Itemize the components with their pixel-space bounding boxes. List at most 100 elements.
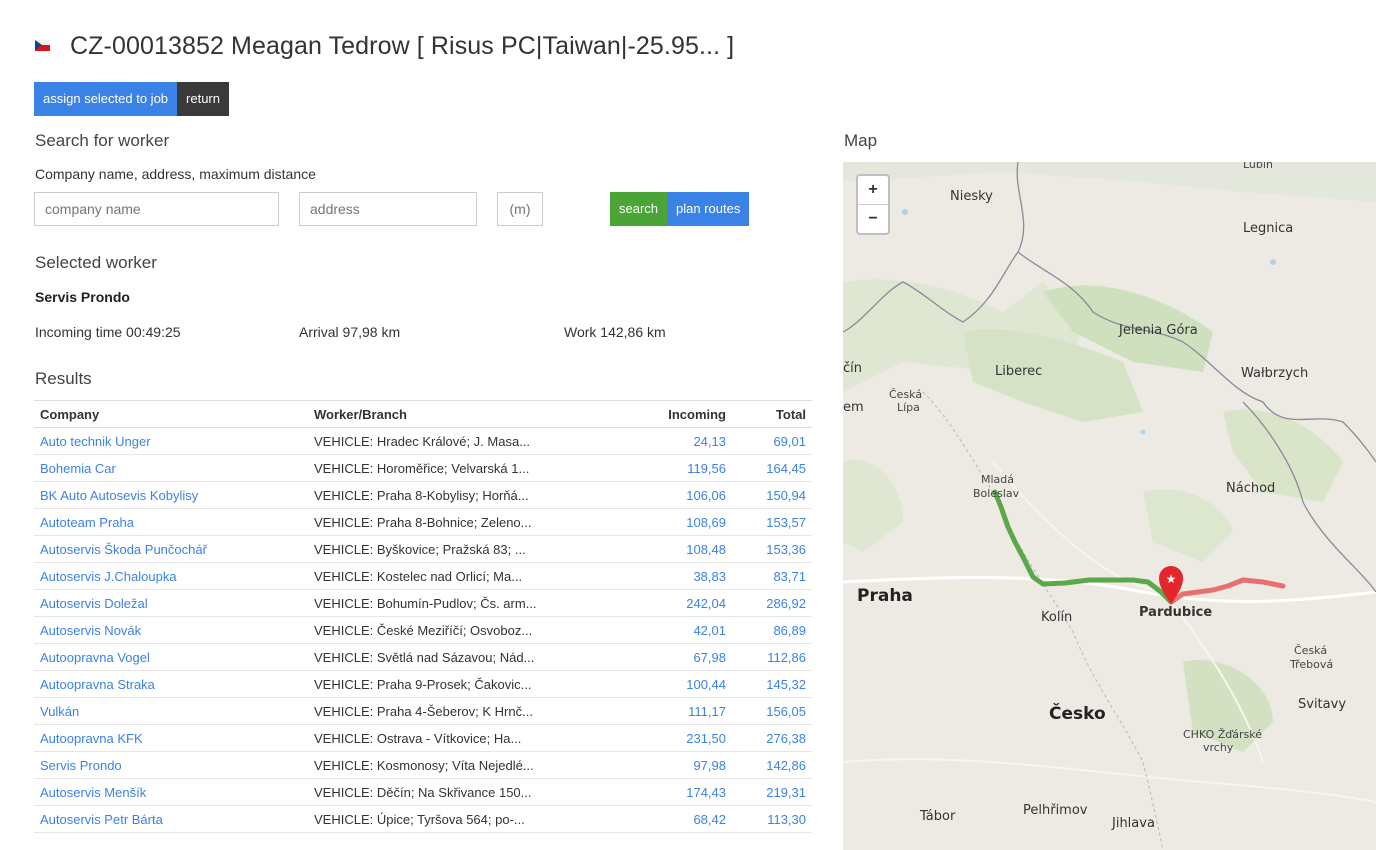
zoom-out-button[interactable]: − — [858, 205, 888, 233]
incoming-value: 108,48 — [620, 535, 732, 563]
table-row[interactable]: Autoopravna Straka VEHICLE: Praha 9-Prose… — [34, 670, 812, 698]
total-value: 83,71 — [732, 562, 812, 590]
place-liberec: Liberec — [995, 364, 1042, 379]
place-niesky: Niesky — [950, 189, 993, 204]
company-link[interactable]: Servis Prondo — [34, 751, 308, 779]
company-link[interactable]: Autoservis Doležal — [34, 589, 308, 617]
place-ceska-trebova: Česká — [1294, 644, 1327, 657]
column-incoming[interactable]: Incoming — [620, 400, 732, 428]
place-svitavy: Svitavy — [1298, 697, 1346, 712]
worker-branch-cell: VEHICLE: Hradec Králové; J. Masa... — [308, 427, 620, 455]
place-em: em — [843, 400, 864, 415]
selected-worker-heading: Selected worker — [35, 253, 157, 272]
zoom-in-button[interactable]: + — [858, 176, 888, 205]
total-value: 142,86 — [732, 751, 812, 779]
worker-branch-cell: VEHICLE: Praha 8-Bohnice; Zeleno... — [308, 508, 620, 536]
column-total[interactable]: Total — [732, 400, 812, 428]
worker-branch-cell: VEHICLE: Praha 8-Kobylisy; Horňá... — [308, 481, 620, 509]
zoom-control: + − — [856, 174, 890, 235]
place-pelhrimov: Pelhřimov — [1023, 803, 1088, 818]
max-distance-input[interactable] — [497, 192, 543, 226]
place-walbrzych: Wałbrzych — [1241, 366, 1308, 381]
table-row[interactable]: Autoopravna Vogel VEHICLE: Světlá nad Sáz… — [34, 643, 812, 671]
company-link[interactable]: Autoservis Petr Bárta — [34, 805, 308, 833]
place-lubin: Lubin — [1243, 162, 1273, 171]
total-value: 276,38 — [732, 724, 812, 752]
worker-branch-cell: VEHICLE: České Meziříčí; Osvoboz... — [308, 616, 620, 644]
search-hint: Company name, address, maximum distance — [35, 166, 316, 182]
table-header-row: Company Worker/Branch Incoming Total — [34, 400, 812, 428]
map-heading: Map — [844, 131, 878, 150]
table-row[interactable]: Autoservis J.Chaloupka VEHICLE: Kostelec … — [34, 562, 812, 590]
return-button[interactable]: return — [177, 82, 229, 116]
worker-branch-cell: VEHICLE: Praha 4-Šeberov; K Hrnč... — [308, 697, 620, 725]
incoming-value: 111,17 — [620, 697, 732, 725]
total-value: 145,32 — [732, 670, 812, 698]
route-map[interactable]: ★ Niesky Legnica Lubin Jelenia Góra Libe… — [843, 162, 1376, 850]
worker-branch-cell: VEHICLE: Byškovice; Pražská 83; ... — [308, 535, 620, 563]
incoming-value: 119,56 — [620, 454, 732, 482]
search-heading: Search for worker — [35, 131, 170, 150]
table-row[interactable]: Autoservis Škoda Punčochář VEHICLE: Byško… — [34, 535, 812, 563]
table-row[interactable]: Autoservis Menšík VEHICLE: Děčín; Na Skři… — [34, 778, 812, 806]
company-link[interactable]: Autoteam Praha — [34, 508, 308, 536]
table-row[interactable]: Autoopravna KFK VEHICLE: Ostrava - Vítkov… — [34, 724, 812, 752]
selected-worker-name: Servis Prondo — [35, 289, 130, 305]
column-company[interactable]: Company — [34, 400, 308, 428]
company-link[interactable]: Vulkán — [34, 697, 308, 725]
place-praha: Praha — [857, 586, 913, 606]
table-row[interactable]: Servis Prondo VEHICLE: Kosmonosy; Víta Ne… — [34, 751, 812, 779]
plan-routes-button[interactable]: plan routes — [667, 192, 750, 226]
address-input[interactable] — [299, 192, 477, 226]
company-link[interactable]: Autoopravna Vogel — [34, 643, 308, 671]
company-link[interactable]: Autoservis Škoda Punčochář — [34, 535, 308, 563]
place-pardubice: Pardubice — [1139, 605, 1212, 620]
company-name-input[interactable] — [34, 192, 279, 226]
place-cesko: Česko — [1049, 702, 1106, 724]
place-ceska-lipa: Česká — [889, 388, 922, 401]
search-actions: search plan routes — [610, 192, 750, 226]
table-row[interactable]: BK Auto Autosevis Kobylisy VEHICLE: Praha… — [34, 481, 812, 509]
company-link[interactable]: Autoopravna Straka — [34, 670, 308, 698]
total-value: 153,57 — [732, 508, 812, 536]
incoming-value: 100,44 — [620, 670, 732, 698]
table-row[interactable]: Autoservis Petr Bárta VEHICLE: Úpice; Tyr… — [34, 805, 812, 833]
table-row[interactable]: Autoteam Praha VEHICLE: Praha 8-Bohnice; … — [34, 508, 812, 536]
results-heading: Results — [35, 369, 92, 388]
company-link[interactable]: Auto technik Unger — [34, 427, 308, 455]
column-worker[interactable]: Worker/Branch — [308, 400, 620, 428]
place-jihlava: Jihlava — [1111, 816, 1155, 831]
job-toolbar: assign selected to job return — [34, 82, 229, 116]
incoming-value: 38,83 — [620, 562, 732, 590]
worker-branch-cell: VEHICLE: Praha 9-Prosek; Čakovic... — [308, 670, 620, 698]
table-row[interactable]: Autoservis Doležal VEHICLE: Bohumín-Pudlo… — [34, 589, 812, 617]
incoming-time: Incoming time 00:49:25 — [35, 324, 181, 340]
company-link[interactable]: Autoservis Novák — [34, 616, 308, 644]
table-row[interactable]: Bohemia Car VEHICLE: Horoměřice; Velvarsk… — [34, 454, 812, 482]
total-value: 69,01 — [732, 427, 812, 455]
company-link[interactable]: Bohemia Car — [34, 454, 308, 482]
incoming-value: 242,04 — [620, 589, 732, 617]
table-row[interactable]: Auto technik Unger VEHICLE: Hradec Králov… — [34, 427, 812, 455]
company-link[interactable]: Autoservis Menšík — [34, 778, 308, 806]
worker-branch-cell: VEHICLE: Světlá nad Sázavou; Nád... — [308, 643, 620, 671]
table-row[interactable]: Autoservis Novák VEHICLE: České Meziříčí;… — [34, 616, 812, 644]
total-value: 150,94 — [732, 481, 812, 509]
company-link[interactable]: Autoservis J.Chaloupka — [34, 562, 308, 590]
page-title: CZ-00013852 Meagan Tedrow [ Risus PC|Tai… — [70, 31, 735, 60]
arrival-distance: Arrival 97,98 km — [299, 324, 401, 340]
incoming-value: 108,69 — [620, 508, 732, 536]
company-link[interactable]: BK Auto Autosevis Kobylisy — [34, 481, 308, 509]
worker-branch-cell: VEHICLE: Bohumín-Pudlov; Čs. arm... — [308, 589, 620, 617]
place-jelenia-gora: Jelenia Góra — [1118, 323, 1198, 338]
worker-branch-cell: VEHICLE: Kostelec nad Orlicí; Ma... — [308, 562, 620, 590]
total-value: 219,31 — [732, 778, 812, 806]
place-nachod: Náchod — [1226, 481, 1275, 496]
worker-branch-cell: VEHICLE: Děčín; Na Skřivance 150... — [308, 778, 620, 806]
table-row[interactable]: Vulkán VEHICLE: Praha 4-Šeberov; K Hrnč..… — [34, 697, 812, 725]
assign-to-job-button[interactable]: assign selected to job — [34, 82, 178, 116]
company-link[interactable]: Autoopravna KFK — [34, 724, 308, 752]
search-button[interactable]: search — [610, 192, 668, 226]
work-distance: Work 142,86 km — [564, 324, 666, 340]
page-header: CZ-00013852 Meagan Tedrow [ Risus PC|Tai… — [35, 26, 734, 66]
